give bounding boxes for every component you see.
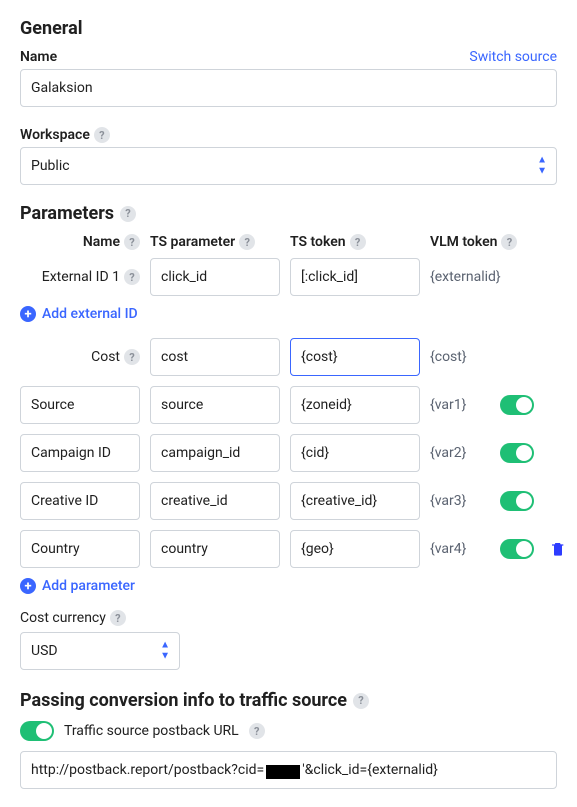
- param-vlm-token: {var2}: [430, 445, 490, 461]
- param-ts-parameter-input[interactable]: [150, 530, 280, 568]
- plus-icon: +: [20, 306, 36, 322]
- help-icon[interactable]: ?: [124, 269, 140, 285]
- param-ts-token-input[interactable]: [290, 386, 420, 424]
- param-toggle[interactable]: [500, 443, 534, 463]
- param-row: {var3}: [20, 482, 557, 520]
- param-ts-token-input[interactable]: [290, 530, 420, 568]
- param-name-input[interactable]: [20, 386, 140, 424]
- param-ts-token-input[interactable]: [290, 482, 420, 520]
- switch-source-link[interactable]: Switch source: [469, 49, 557, 65]
- param-row-external: External ID 1 ? {externalid}: [20, 258, 557, 296]
- help-icon[interactable]: ?: [110, 610, 126, 626]
- add-parameter-button[interactable]: + Add parameter: [20, 578, 557, 594]
- param-ts-parameter-input[interactable]: [150, 482, 280, 520]
- param-toggle[interactable]: [500, 491, 534, 511]
- section-parameters-title: Parameters ?: [20, 203, 557, 224]
- help-icon[interactable]: ?: [124, 234, 140, 250]
- redacted-block: [266, 765, 300, 779]
- cost-ts-token-input[interactable]: [290, 338, 420, 376]
- param-name-input[interactable]: [20, 482, 140, 520]
- param-row: {var2}: [20, 434, 557, 472]
- param-ts-token-input[interactable]: [290, 434, 420, 472]
- param-name-input[interactable]: [20, 434, 140, 472]
- postback-toggle-label: Traffic source postback URL: [64, 723, 239, 739]
- plus-icon: +: [20, 578, 36, 594]
- help-icon[interactable]: ?: [124, 349, 140, 365]
- help-icon[interactable]: ?: [249, 723, 265, 739]
- help-icon[interactable]: ?: [239, 234, 255, 250]
- cost-currency-select[interactable]: [20, 632, 180, 670]
- param-vlm-token: {var3}: [430, 493, 490, 509]
- workspace-label: Workspace ?: [20, 127, 110, 143]
- param-toggle[interactable]: [500, 395, 534, 415]
- param-row: {var4}: [20, 530, 557, 568]
- cost-vlm-token: {cost}: [430, 349, 530, 365]
- help-icon[interactable]: ?: [501, 234, 517, 250]
- name-label: Name: [20, 49, 57, 65]
- param-ts-parameter-input[interactable]: [150, 434, 280, 472]
- parameters-header-row: Name? TS parameter? TS token? VLM token?: [20, 234, 557, 250]
- external-ts-parameter-input[interactable]: [150, 258, 280, 296]
- external-ts-token-input[interactable]: [290, 258, 420, 296]
- param-vlm-token: {var1}: [430, 397, 490, 413]
- cost-currency-label: Cost currency: [20, 610, 106, 626]
- workspace-select[interactable]: [20, 147, 557, 185]
- external-id-label: External ID 1: [42, 269, 120, 285]
- trash-icon[interactable]: [550, 541, 570, 557]
- external-vlm-token: {externalid}: [430, 269, 530, 285]
- help-icon[interactable]: ?: [350, 234, 366, 250]
- name-input[interactable]: [20, 69, 557, 107]
- cost-label: Cost: [91, 349, 120, 365]
- param-name-input[interactable]: [20, 530, 140, 568]
- param-toggle[interactable]: [500, 539, 534, 559]
- add-external-id-button[interactable]: + Add external ID: [20, 306, 557, 322]
- postback-toggle[interactable]: [20, 721, 54, 741]
- cost-ts-parameter-input[interactable]: [150, 338, 280, 376]
- param-row-cost: Cost ? {cost}: [20, 338, 557, 376]
- section-postback-title: Passing conversion info to traffic sourc…: [20, 690, 557, 711]
- help-icon[interactable]: ?: [120, 206, 136, 222]
- param-ts-parameter-input[interactable]: [150, 386, 280, 424]
- section-general-title: General: [20, 18, 557, 39]
- help-icon[interactable]: ?: [94, 127, 110, 143]
- postback-url-input[interactable]: http://postback.report/postback?cid= '&c…: [20, 751, 557, 789]
- param-vlm-token: {var4}: [430, 541, 490, 557]
- param-row: {var1}: [20, 386, 557, 424]
- help-icon[interactable]: ?: [353, 693, 369, 709]
